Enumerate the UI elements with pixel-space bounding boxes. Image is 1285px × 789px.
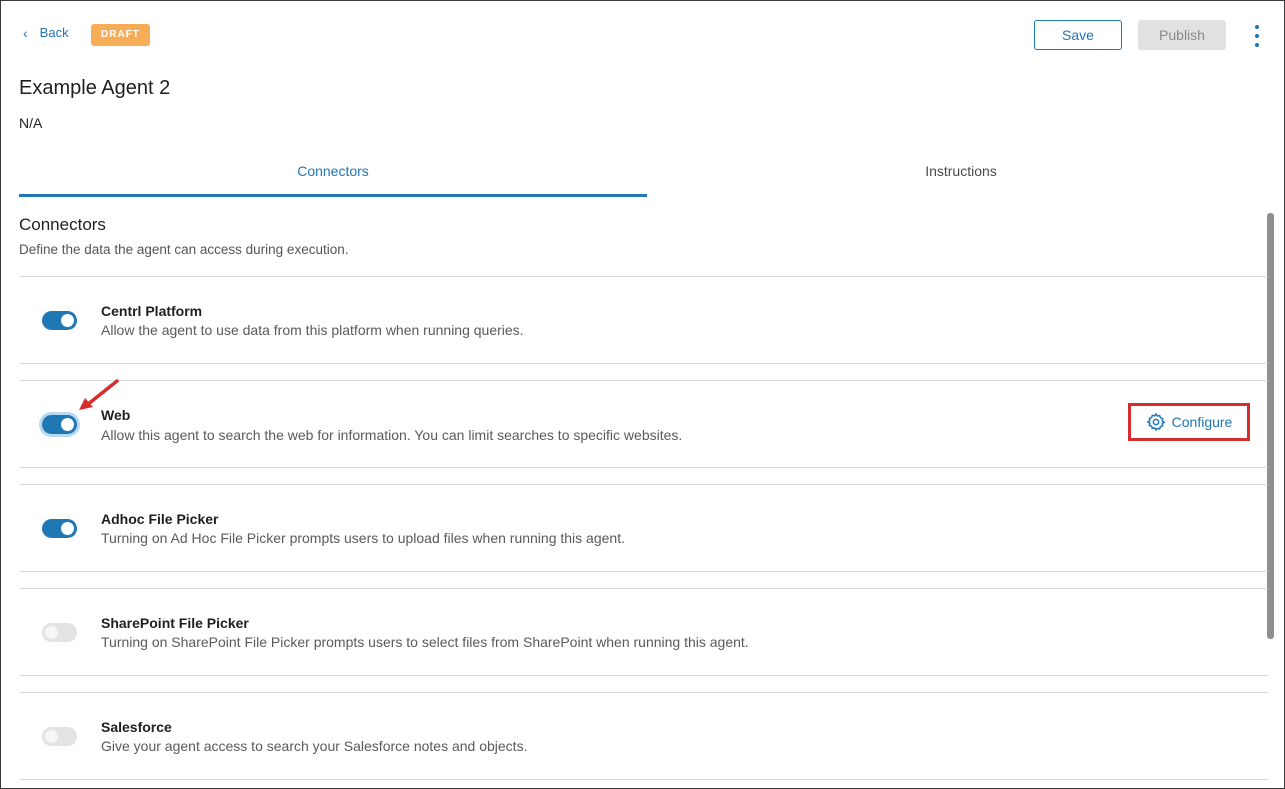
page-title: Example Agent 2: [19, 77, 171, 99]
toggle-knob: [45, 730, 58, 743]
section-subtitle: Define the data the agent can access dur…: [19, 242, 349, 257]
configure-label: Configure: [1171, 414, 1233, 430]
connector-card-web: Web Allow this agent to search the web f…: [19, 380, 1268, 468]
toggle-adhoc-file-picker[interactable]: [42, 519, 77, 538]
toggle-web[interactable]: [42, 415, 77, 434]
connector-description: Give your agent access to search your Sa…: [101, 738, 528, 754]
gear-icon: [1146, 412, 1166, 432]
scrollbar[interactable]: [1267, 213, 1274, 639]
status-badge: DRAFT: [91, 24, 150, 46]
publish-button[interactable]: Publish: [1138, 20, 1226, 50]
app-window: ‹ Back DRAFT Save Publish Example Agent …: [0, 0, 1285, 789]
toggle-knob: [45, 626, 58, 639]
tab-connectors[interactable]: Connectors: [19, 151, 647, 197]
connector-name: Adhoc File Picker: [101, 511, 219, 527]
connector-card-salesforce: Salesforce Give your agent access to sea…: [19, 692, 1268, 780]
annotation-arrow-icon: [79, 379, 119, 410]
tab-instructions[interactable]: Instructions: [647, 151, 1275, 197]
connector-card-adhoc-file-picker: Adhoc File Picker Turning on Ad Hoc File…: [19, 484, 1268, 572]
toggle-knob: [61, 314, 74, 327]
toggle-centrl-platform[interactable]: [42, 311, 77, 330]
section-title: Connectors: [19, 215, 106, 234]
back-label: Back: [39, 25, 69, 40]
connector-description: Turning on SharePoint File Picker prompt…: [101, 634, 749, 650]
configure-button[interactable]: Configure: [1128, 403, 1250, 441]
back-link[interactable]: ‹ Back: [23, 25, 69, 40]
chevron-left-icon: ‹: [23, 24, 28, 41]
connector-card-sharepoint-file-picker: SharePoint File Picker Turning on ShareP…: [19, 588, 1268, 676]
connector-description: Allow the agent to use data from this pl…: [101, 322, 524, 338]
agent-description: N/A: [19, 115, 43, 131]
tab-bar: Connectors Instructions: [19, 151, 1274, 197]
toggle-knob: [61, 418, 74, 431]
connector-description: Turning on Ad Hoc File Picker prompts us…: [101, 530, 625, 546]
kebab-menu-icon[interactable]: [1250, 25, 1264, 47]
connector-card-centrl-platform: Centrl Platform Allow the agent to use d…: [19, 276, 1268, 364]
connector-description: Allow this agent to search the web for i…: [101, 427, 683, 443]
connector-name: Centrl Platform: [101, 303, 203, 319]
connector-name: SharePoint File Picker: [101, 615, 249, 631]
toggle-sharepoint-file-picker[interactable]: [42, 623, 77, 642]
connector-name: Salesforce: [101, 719, 172, 735]
toggle-knob: [61, 522, 74, 535]
toggle-salesforce[interactable]: [42, 727, 77, 746]
save-button[interactable]: Save: [1034, 20, 1122, 50]
